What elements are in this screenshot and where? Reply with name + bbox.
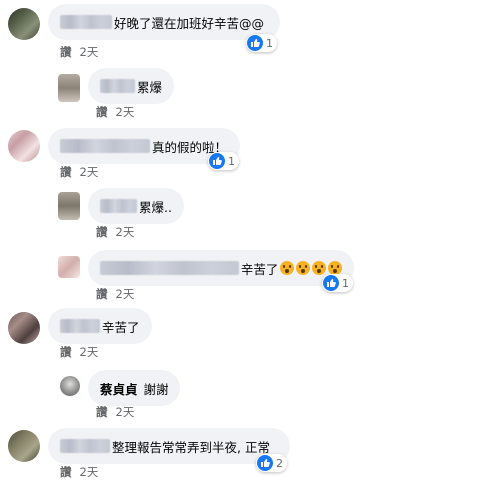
comment-bubble: 蔡貞貞 謝謝 bbox=[88, 370, 180, 406]
comment-text: 累爆.. bbox=[139, 199, 172, 215]
avatar[interactable] bbox=[8, 8, 40, 40]
comment-author-name[interactable]: 蔡貞貞 bbox=[100, 379, 138, 398]
timestamp[interactable]: 2天 bbox=[80, 164, 99, 180]
comment-bubble: 辛苦了 bbox=[88, 250, 354, 286]
reaction-count[interactable]: 1 bbox=[246, 34, 277, 52]
like-link[interactable]: 讚 bbox=[96, 224, 108, 240]
timestamp[interactable]: 2天 bbox=[80, 44, 99, 60]
thumbs-up-icon bbox=[209, 153, 225, 169]
comment-text: 整理報告常常弄到半夜, 正常 bbox=[112, 439, 270, 455]
comment-text: 辛苦了 bbox=[102, 319, 140, 335]
timestamp[interactable]: 2天 bbox=[80, 344, 99, 360]
comment-bubble: 整理報告常常弄到半夜, 正常 bbox=[48, 428, 290, 464]
reaction-number: 1 bbox=[266, 36, 273, 50]
comment-actions: 讚 2天 bbox=[60, 464, 98, 480]
timestamp[interactable]: 2天 bbox=[116, 286, 135, 302]
comment-text: 累爆 bbox=[136, 79, 162, 95]
avatar[interactable] bbox=[8, 430, 40, 462]
comment-text: 謝謝 bbox=[143, 381, 169, 397]
reaction-number: 1 bbox=[342, 276, 349, 290]
avatar[interactable] bbox=[8, 312, 40, 344]
blurred-author-name[interactable] bbox=[100, 261, 239, 275]
like-link[interactable]: 讚 bbox=[60, 464, 72, 480]
comment-bubble: 累爆 bbox=[88, 68, 174, 104]
like-link[interactable]: 讚 bbox=[60, 344, 72, 360]
comment-actions: 讚 2天 bbox=[60, 344, 98, 360]
like-link[interactable]: 讚 bbox=[96, 286, 108, 302]
blurred-author-name[interactable] bbox=[60, 15, 112, 29]
blurred-author-name[interactable] bbox=[100, 79, 135, 93]
comment-actions: 讚 2天 bbox=[96, 286, 134, 302]
comment-bubble: 好晚了還在加班好辛苦@@ bbox=[48, 4, 280, 40]
comment-bubble: 累爆.. bbox=[88, 188, 184, 224]
timestamp[interactable]: 2天 bbox=[80, 464, 99, 480]
comment-actions: 讚 2天 bbox=[60, 164, 98, 180]
reaction-number: 2 bbox=[276, 456, 283, 470]
timestamp[interactable]: 2天 bbox=[116, 224, 135, 240]
blurred-author-name[interactable] bbox=[60, 319, 100, 333]
blurred-author-name[interactable] bbox=[60, 439, 110, 453]
like-link[interactable]: 讚 bbox=[60, 164, 72, 180]
reaction-count[interactable]: 1 bbox=[208, 152, 239, 170]
avatar[interactable] bbox=[58, 192, 80, 220]
avatar[interactable] bbox=[58, 74, 80, 102]
comment-actions: 讚 2天 bbox=[60, 44, 98, 60]
like-link[interactable]: 讚 bbox=[60, 44, 72, 60]
comment-bubble: 辛苦了 bbox=[48, 308, 152, 344]
comment-text: 好晚了還在加班好辛苦@@ bbox=[114, 15, 265, 31]
timestamp[interactable]: 2天 bbox=[116, 404, 135, 420]
blurred-author-name[interactable] bbox=[100, 199, 138, 213]
reaction-count[interactable]: 2 bbox=[256, 454, 287, 472]
thumbs-up-icon bbox=[323, 275, 339, 291]
reaction-number: 1 bbox=[228, 154, 235, 168]
thumbs-up-icon bbox=[247, 35, 263, 51]
thumbs-up-icon bbox=[257, 455, 273, 471]
avatar[interactable] bbox=[58, 256, 80, 278]
reaction-count[interactable]: 1 bbox=[322, 274, 353, 292]
like-link[interactable]: 讚 bbox=[96, 104, 108, 120]
comment-actions: 讚 2天 bbox=[96, 104, 134, 120]
astonished-emoji-icon bbox=[280, 261, 295, 275]
astonished-emoji-icon bbox=[312, 261, 327, 275]
comment-actions: 讚 2天 bbox=[96, 224, 134, 240]
comment-text: 辛苦了 bbox=[240, 261, 279, 277]
timestamp[interactable]: 2天 bbox=[116, 104, 135, 120]
comment-actions: 讚 2天 bbox=[96, 404, 134, 420]
astonished-emoji-icon bbox=[328, 261, 342, 275]
avatar[interactable] bbox=[8, 130, 40, 162]
blurred-author-name[interactable] bbox=[60, 139, 150, 153]
like-link[interactable]: 讚 bbox=[96, 404, 108, 420]
astonished-emoji-icon bbox=[296, 261, 311, 275]
avatar[interactable] bbox=[60, 376, 80, 396]
